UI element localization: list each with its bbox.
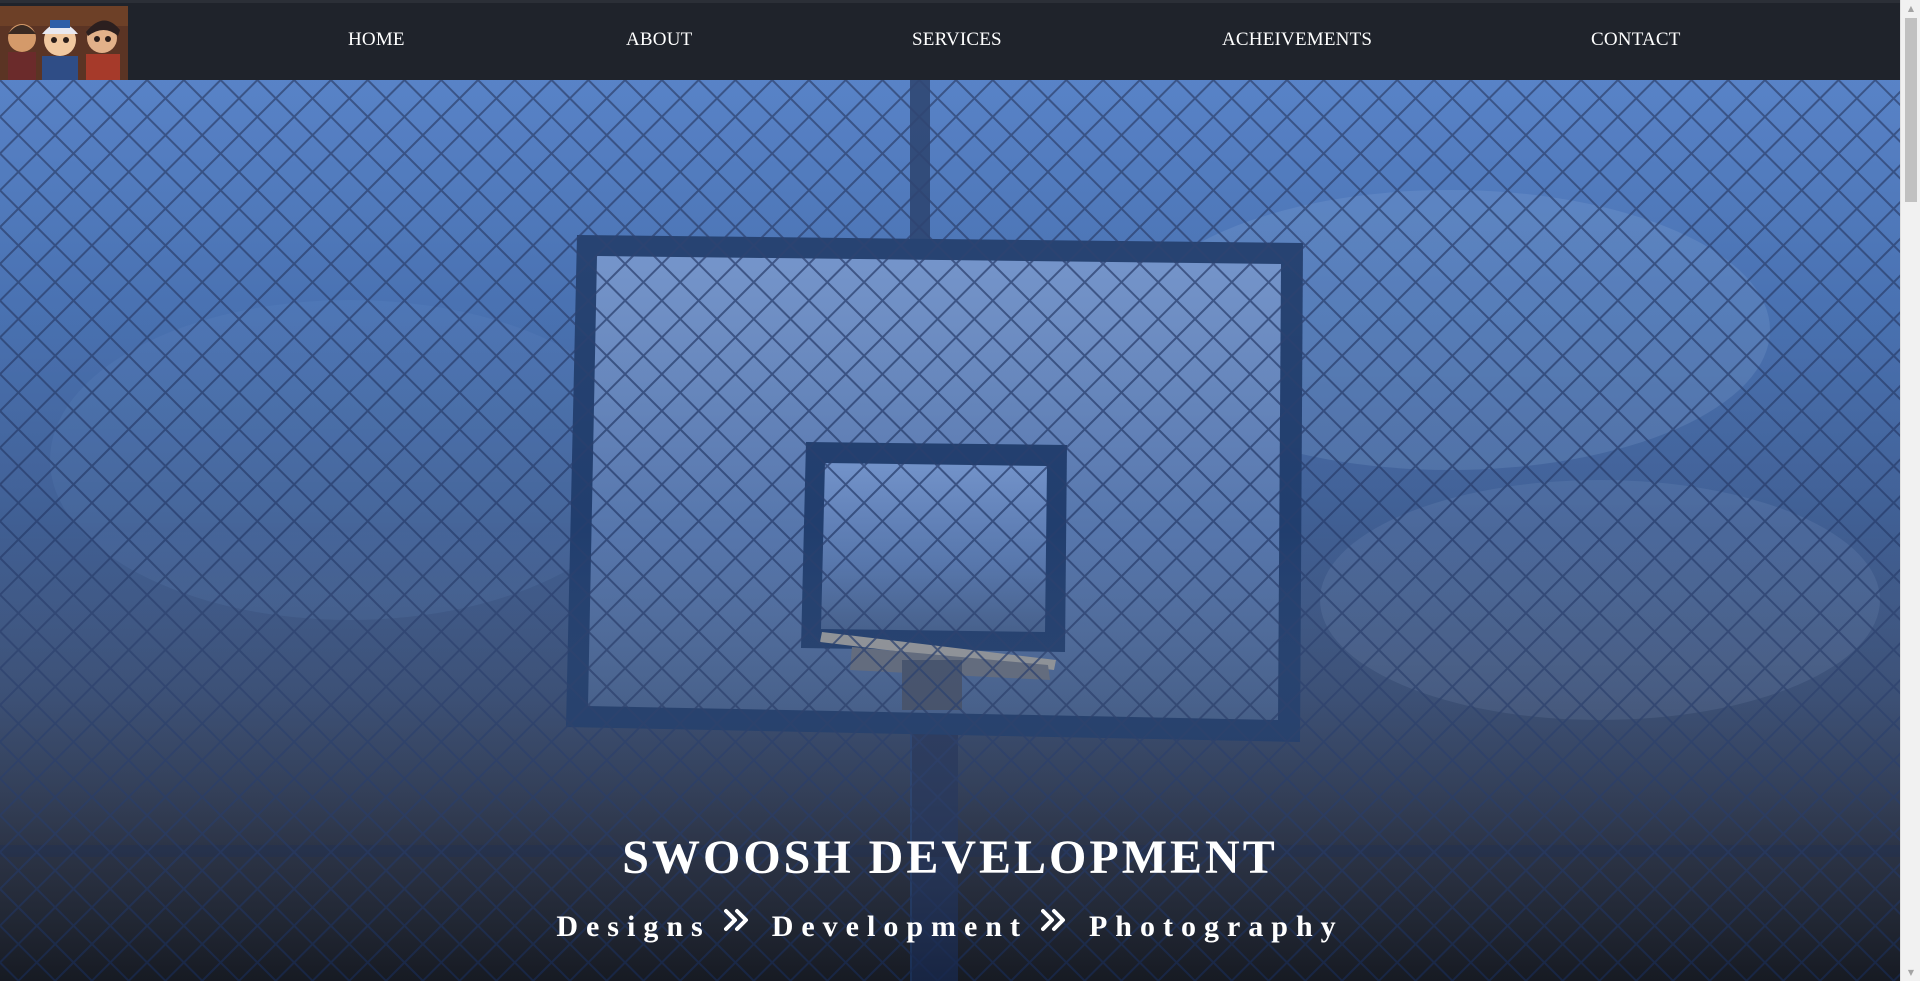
nav-achievements[interactable]: ACHEIVEMENTS <box>1222 29 1372 51</box>
hero-subtitle: Designs Development Photography <box>0 909 1900 946</box>
subtitle-photography: Photography <box>1088 910 1344 943</box>
subtitle-designs: Designs <box>556 910 711 943</box>
nav-home[interactable]: HOME <box>348 29 405 51</box>
double-chevron-right-icon <box>724 906 750 940</box>
double-chevron-right-icon <box>1041 906 1067 940</box>
nav-about[interactable]: ABOUT <box>626 29 692 51</box>
scroll-down-arrow-icon[interactable]: ▼ <box>1901 964 1920 981</box>
subtitle-development: Development <box>771 910 1028 943</box>
scroll-thumb[interactable] <box>1905 18 1917 202</box>
navbar: HOME ABOUT SERVICES ACHEIVEMENTS CONTACT <box>0 0 1900 80</box>
scroll-up-arrow-icon[interactable]: ▲ <box>1901 0 1920 17</box>
hero-title: SWOOSH DEVELOPMENT <box>622 831 1278 884</box>
hero-section: SWOOSH DEVELOPMENT Designs Development P… <box>0 80 1900 981</box>
page-scrollbar[interactable]: ▲ ▼ <box>1900 0 1920 981</box>
main-nav: HOME ABOUT SERVICES ACHEIVEMENTS CONTACT <box>0 3 1900 80</box>
nav-contact[interactable]: CONTACT <box>1591 29 1681 51</box>
nav-services[interactable]: SERVICES <box>912 29 1002 51</box>
